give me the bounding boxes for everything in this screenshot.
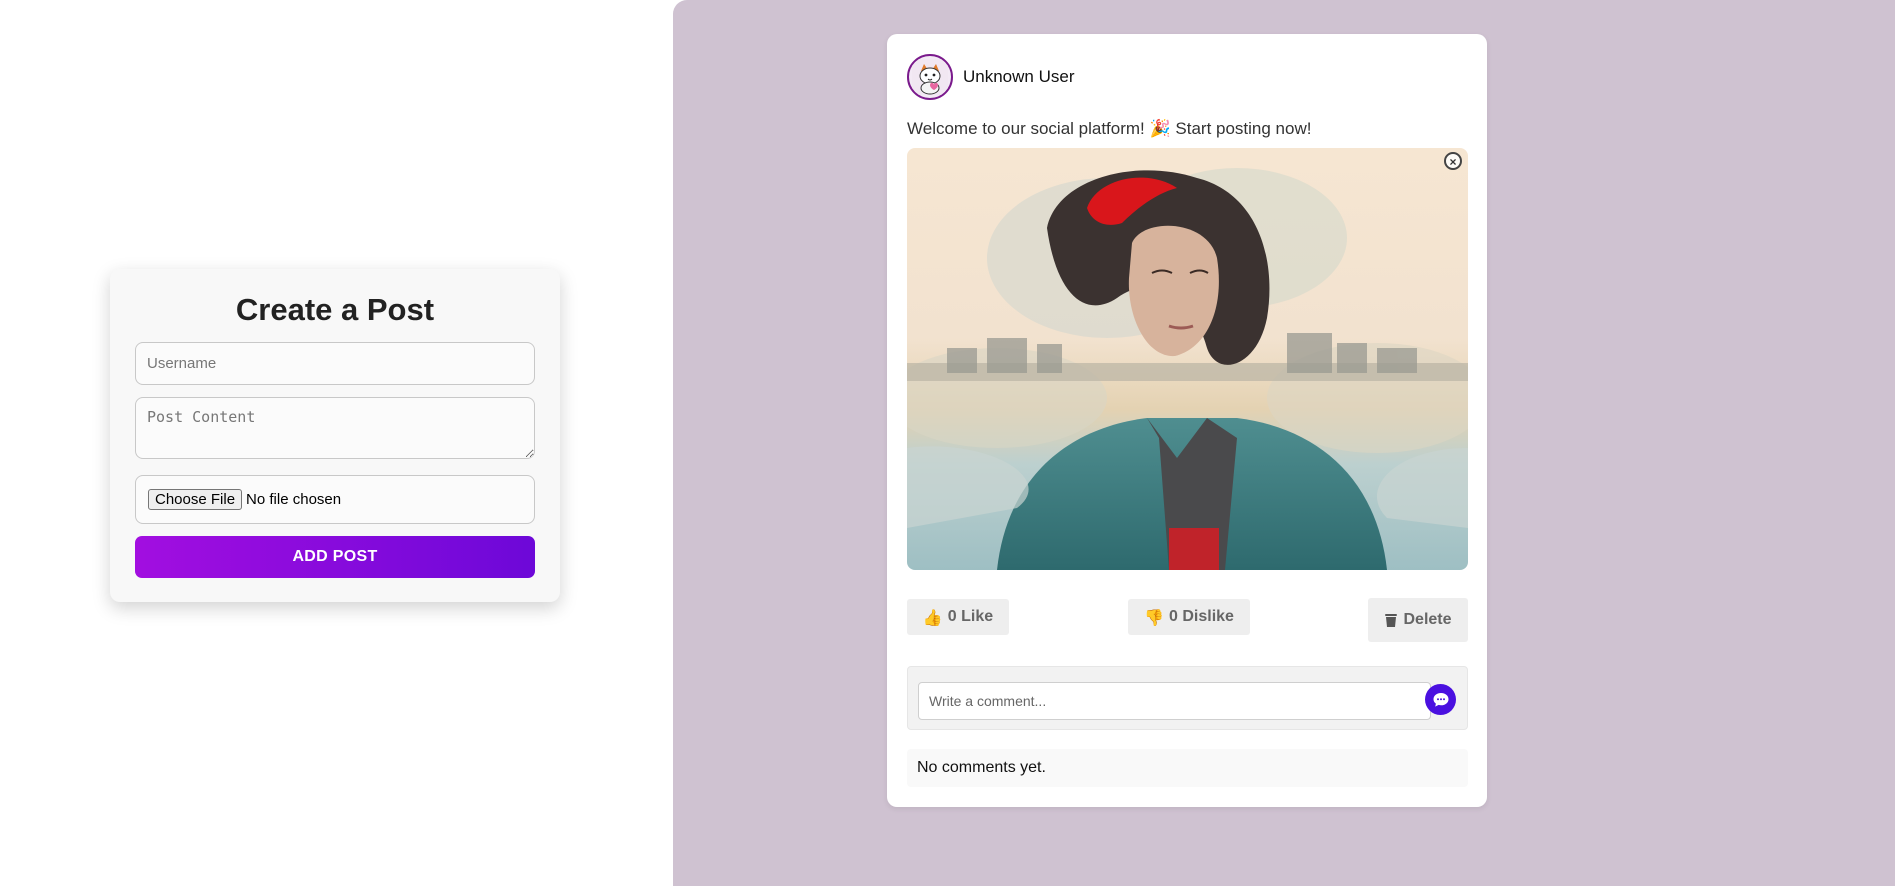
- trash-icon: [1385, 614, 1398, 627]
- chat-bubble-icon: [1433, 692, 1448, 707]
- dislike-label: Dislike: [1182, 608, 1234, 625]
- left-pane: Create a Post Choose File No file chosen…: [0, 0, 673, 886]
- like-label: Like: [961, 608, 994, 625]
- cat-avatar-icon: [912, 59, 948, 95]
- file-upload-field[interactable]: Choose File No file chosen: [135, 475, 535, 524]
- send-comment-button[interactable]: [1425, 684, 1456, 715]
- create-post-card: Create a Post Choose File No file chosen…: [110, 269, 560, 602]
- like-count: 0: [947, 608, 957, 625]
- post-photo: [907, 148, 1468, 570]
- avatar: [907, 54, 953, 100]
- post-content-input[interactable]: [135, 397, 535, 459]
- post-header: Unknown User: [907, 54, 1075, 100]
- dislike-button[interactable]: 👎 0 Dislike: [1128, 599, 1250, 635]
- create-post-title: Create a Post: [235, 292, 435, 327]
- add-post-button[interactable]: ADD POST: [135, 536, 535, 578]
- thumbs-down-icon: 👎: [1144, 607, 1164, 627]
- comment-box: [907, 666, 1468, 730]
- post-text: Welcome to our social platform! 🎉 Start …: [907, 119, 1312, 138]
- close-image-button[interactable]: ×: [1444, 152, 1462, 170]
- no-comments-message: No comments yet.: [907, 749, 1468, 787]
- choose-file-button[interactable]: Choose File: [148, 489, 243, 510]
- comment-input[interactable]: [918, 682, 1431, 720]
- post-card: Unknown User Welcome to our social platf…: [887, 34, 1487, 807]
- post-image: ×: [907, 148, 1468, 570]
- like-button[interactable]: 👍 0 Like: [907, 599, 1009, 635]
- username-input[interactable]: [135, 342, 535, 385]
- delete-label: Delete: [1403, 611, 1452, 628]
- post-author: Unknown User: [963, 67, 1075, 86]
- delete-button[interactable]: Delete: [1368, 598, 1468, 642]
- thumbs-up-icon: 👍: [922, 607, 943, 627]
- dislike-count: 0: [1168, 608, 1178, 625]
- file-status: No file chosen: [246, 491, 342, 508]
